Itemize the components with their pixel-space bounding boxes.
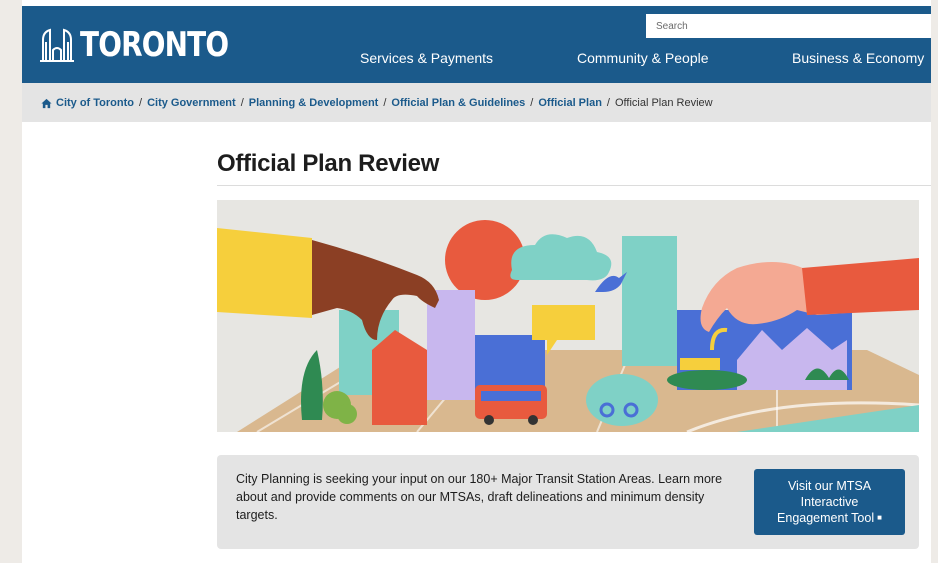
nav-business-economy[interactable]: Business & Economy: [792, 50, 924, 66]
title-divider: [217, 185, 931, 186]
toronto-logo[interactable]: TORONTO: [40, 19, 261, 71]
right-gutter: [931, 0, 938, 563]
breadcrumb: City of Toronto / City Government / Plan…: [22, 83, 931, 122]
site-header: TORONTO Services & Payments Community & …: [22, 6, 931, 83]
city-hall-logo-icon: [40, 28, 74, 62]
page: TORONTO Services & Payments Community & …: [22, 0, 931, 563]
button-line-1: Visit our MTSA: [787, 479, 872, 493]
hero-illustration: [217, 200, 919, 432]
nav-services-payments[interactable]: Services & Payments: [360, 50, 493, 66]
button-line-2: Interactive: [800, 495, 859, 509]
home-icon[interactable]: [41, 98, 52, 109]
breadcrumb-planning-development[interactable]: Planning & Development: [249, 97, 379, 109]
mtsa-engagement-tool-button[interactable]: Visit our MTSA Interactive Engagement To…: [754, 469, 905, 535]
breadcrumb-separator: /: [606, 97, 610, 109]
breadcrumb-city-government[interactable]: City Government: [147, 97, 236, 109]
breadcrumb-separator: /: [240, 97, 244, 109]
breadcrumb-separator: /: [530, 97, 534, 109]
mtsa-notice: City Planning is seeking your input on o…: [217, 455, 919, 549]
search-input[interactable]: [646, 14, 931, 38]
breadcrumb-city-of-toronto[interactable]: City of Toronto: [56, 97, 134, 109]
breadcrumb-separator: /: [139, 97, 143, 109]
city-planning-illustration: [217, 220, 919, 432]
nav-community-people[interactable]: Community & People: [577, 50, 709, 66]
breadcrumb-official-plan[interactable]: Official Plan: [538, 97, 602, 109]
notice-text: City Planning is seeking your input on o…: [236, 472, 723, 522]
button-line-3: Engagement Tool ■: [777, 511, 882, 525]
breadcrumb-current: Official Plan Review: [614, 97, 713, 109]
breadcrumb-official-plan-guidelines[interactable]: Official Plan & Guidelines: [391, 97, 525, 109]
external-link-icon: ■: [877, 513, 882, 522]
page-title: Official Plan Review: [217, 150, 440, 177]
logo-wordmark: TORONTO: [80, 25, 229, 65]
breadcrumb-separator: /: [383, 97, 387, 109]
